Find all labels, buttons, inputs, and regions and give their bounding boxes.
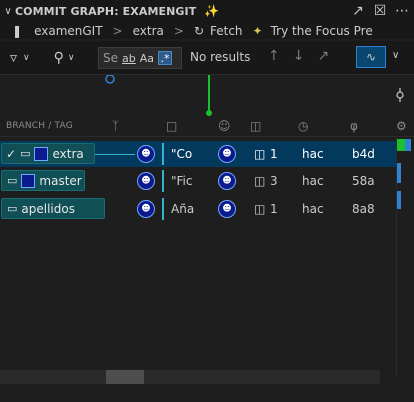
branch-pill-master[interactable]: ▭ master (1, 170, 85, 191)
repo-icon: ❚ (12, 23, 23, 38)
author-avatar: ☻ (218, 145, 236, 163)
branch-pill-apellidos[interactable]: ▭ apellidos (1, 198, 105, 219)
commit-sha: b4d (352, 147, 375, 161)
minimap-commit-icon (396, 91, 404, 99)
changed-files-count: 1 (270, 202, 278, 216)
graph-header: ❚ examenGIT > extra > ↻ Fetch ✦ Try the … (0, 22, 414, 39)
graph-toggle-button[interactable]: ∿ (356, 46, 386, 68)
commit-message: Aña (171, 202, 195, 216)
sparkle-icon: ✨ (204, 4, 220, 18)
file-icon: ◫ (254, 174, 266, 188)
overview-marker (397, 191, 401, 209)
changed-files-count: 1 (270, 147, 278, 161)
message-column-icon[interactable]: □ (166, 119, 177, 133)
row-divider (162, 198, 164, 220)
open-external-icon[interactable]: ↗ (350, 3, 366, 19)
commit-date: hac (302, 174, 324, 188)
author-column-icon[interactable]: ☺ (218, 119, 231, 133)
commit-date: hac (302, 147, 324, 161)
branch-tag-column-label: BRANCH / TAG (6, 121, 73, 131)
search-placeholder: Se (103, 51, 118, 65)
checked-out-icon: ✓ (6, 146, 17, 161)
next-result-icon[interactable]: ↓ (293, 48, 305, 64)
commit-row[interactable]: ▭ master (0, 168, 396, 194)
commit-message: "Fic (171, 174, 193, 188)
graph-options-chevron-icon[interactable]: ∨ (392, 50, 399, 61)
graph-node-avatar[interactable]: ☻ (137, 145, 155, 163)
close-panel-icon[interactable]: ☒ (372, 3, 388, 19)
overview-ruler[interactable] (396, 137, 414, 377)
title-actions: ↗ ☒ ⋯ (350, 3, 410, 19)
graph-minimap-svg (105, 74, 404, 116)
overview-marker (397, 163, 401, 183)
local-branch-icon: ▭ (20, 147, 31, 160)
commit-sha: 58a (352, 174, 375, 188)
overview-marker (397, 139, 405, 151)
fetch-icon: ↻ (193, 23, 204, 38)
overview-marker (405, 139, 411, 151)
commit-row[interactable]: ▭ apellidos (0, 196, 396, 222)
author-avatar: ☻ (218, 172, 236, 190)
line-chart-icon: ∿ (365, 50, 377, 64)
author-avatar (21, 173, 36, 188)
horizontal-scrollbar[interactable] (0, 370, 380, 384)
minimap-cursor-dot (206, 110, 212, 116)
breadcrumb-separator: > (112, 23, 123, 38)
branch-label: apellidos (21, 201, 75, 216)
search-results-status: No results (190, 50, 251, 64)
search-navigation: ↑ ↓ ↗ (268, 48, 329, 64)
sparkle-icon: ✦ (252, 23, 263, 38)
author-avatar (34, 146, 49, 161)
changes-column-icon[interactable]: ◫ (250, 119, 261, 133)
regex-toggle[interactable]: .* (158, 51, 172, 65)
search-mode-chevron-icon[interactable]: ∨ (68, 53, 75, 63)
breadcrumb-separator: > (173, 23, 184, 38)
graph-minimap[interactable] (0, 74, 414, 117)
collapse-chevron-icon[interactable]: ∨ (1, 6, 15, 17)
branch-connector-line (95, 154, 135, 155)
horizontal-scrollbar-thumb[interactable] (106, 370, 144, 384)
minimap-commit-marker (105, 74, 115, 84)
column-settings-icon[interactable]: ⚙ (396, 119, 407, 133)
graph-column-icon[interactable]: ᛉ (112, 119, 119, 133)
branch-pill-extra[interactable]: ✓ ▭ extra (1, 143, 95, 164)
row-divider (162, 143, 164, 165)
commit-row[interactable]: ✓ ▭ extra (0, 141, 396, 167)
filter-icon[interactable]: ▿ (10, 50, 17, 66)
filter-chevron-icon[interactable]: ∨ (23, 53, 30, 63)
commit-sha: 8a8 (352, 202, 375, 216)
match-case-toggle[interactable]: Aa (140, 52, 154, 65)
branch-picker[interactable]: extra (133, 24, 164, 38)
branch-label: extra (52, 146, 84, 161)
file-icon: ◫ (254, 202, 266, 216)
local-branch-icon: ▭ (7, 174, 18, 187)
commit-date: hac (302, 202, 324, 216)
panel-title: COMMIT GRAPH: EXAMENGIT (15, 4, 197, 18)
graph-node-avatar[interactable]: ☻ (137, 200, 155, 218)
column-header: BRANCH / TAG ᛉ □ ☺ ◫ ◷ φ ⚙ (0, 117, 414, 137)
search-mode-icon[interactable]: ⚲ (54, 50, 64, 66)
file-icon: ◫ (254, 147, 266, 161)
open-in-search-icon[interactable]: ↗ (317, 48, 329, 64)
commit-message: "Co (171, 147, 193, 161)
sha-column-icon[interactable]: φ (350, 119, 358, 133)
previous-result-icon[interactable]: ↑ (268, 48, 280, 64)
fetch-button[interactable]: Fetch (210, 24, 243, 38)
focus-promo-link[interactable]: Try the Focus Pre (271, 24, 373, 38)
more-actions-icon[interactable]: ⋯ (394, 3, 410, 19)
repo-name[interactable]: examenGIT (34, 24, 102, 38)
panel-titlebar: ∨ COMMIT GRAPH: EXAMENGIT ✨ ↗ ☒ ⋯ (0, 0, 414, 22)
changed-files-count: 3 (270, 174, 278, 188)
branch-label: master (39, 173, 82, 188)
graph-node-avatar[interactable]: ☻ (137, 172, 155, 190)
author-avatar: ☻ (218, 200, 236, 218)
match-whole-word-toggle[interactable]: ab (122, 52, 136, 65)
local-branch-icon: ▭ (7, 202, 18, 215)
date-column-icon[interactable]: ◷ (298, 119, 308, 133)
row-divider (162, 170, 164, 192)
search-input[interactable]: Se ab Aa .* (98, 47, 182, 69)
